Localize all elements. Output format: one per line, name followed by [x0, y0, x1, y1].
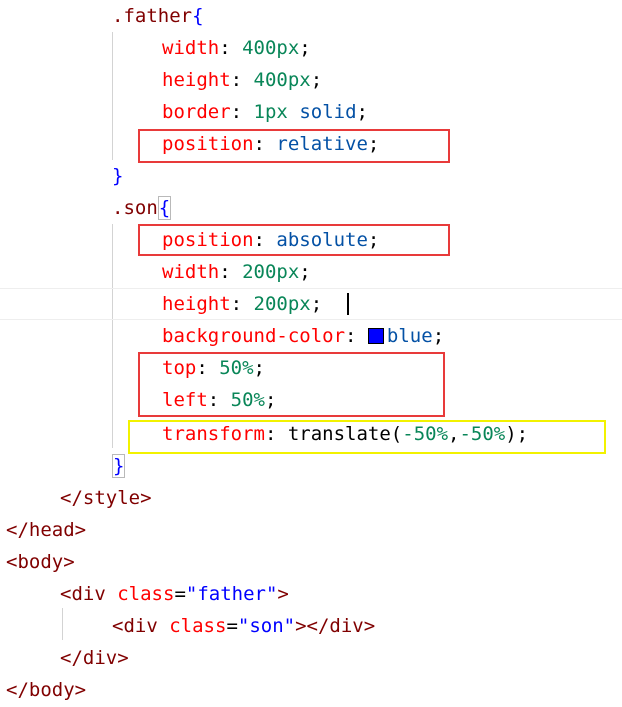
- color-swatch-icon[interactable]: [367, 328, 384, 344]
- close-brace: }: [112, 165, 124, 187]
- code-line: <div class="father">: [60, 583, 289, 605]
- css-value: blue: [386, 325, 433, 347]
- css-property: height: [162, 293, 231, 315]
- css-value: solid: [299, 101, 357, 123]
- css-property: background-color: [162, 325, 346, 347]
- close-brace: }: [112, 454, 126, 478]
- code-line: height: 400px;: [162, 69, 323, 91]
- open-brace: {: [192, 5, 204, 27]
- code-line: .father{: [112, 0, 204, 32]
- css-property: border: [162, 101, 231, 123]
- html-attribute-value: "father": [185, 583, 278, 605]
- css-property: height: [162, 69, 231, 91]
- code-line: width: 200px;: [162, 261, 311, 283]
- css-property: width: [162, 261, 220, 283]
- indent-guide: [112, 32, 113, 160]
- html-tag: /body: [17, 679, 75, 701]
- open-brace: {: [157, 196, 172, 220]
- highlight-box-transform: [128, 420, 606, 454]
- html-attribute: class: [117, 583, 175, 605]
- html-tag: /div: [317, 615, 364, 637]
- code-line: <div class="son"></div>: [112, 615, 376, 637]
- css-selector: .father: [112, 5, 193, 27]
- html-tag: /head: [17, 519, 75, 541]
- html-tag: div: [123, 615, 158, 637]
- code-editor[interactable]: .father{ width: 400px; height: 400px; bo…: [0, 0, 622, 707]
- css-value: 200px: [242, 261, 300, 283]
- code-line: </div>: [60, 647, 129, 669]
- code-line: height: 200px;: [162, 293, 323, 315]
- highlight-box-top-left: [138, 352, 445, 417]
- html-attribute-value: "son": [237, 615, 296, 637]
- css-property: width: [162, 37, 220, 59]
- html-tag: /div: [71, 647, 118, 669]
- code-line: }: [112, 450, 126, 482]
- indent-guide: [62, 608, 63, 640]
- code-line: width: 400px;: [162, 37, 311, 59]
- indent-guide: [112, 224, 113, 448]
- html-tag: /style: [71, 487, 141, 509]
- html-attribute: class: [169, 615, 227, 637]
- css-value: 200px: [253, 293, 311, 315]
- css-selector: .son: [112, 197, 158, 219]
- code-line: </style>: [60, 487, 152, 509]
- css-value: 1px: [253, 101, 288, 123]
- code-line: background-color: blue;: [162, 325, 445, 347]
- code-line: }: [112, 160, 123, 192]
- css-value: 400px: [242, 37, 300, 59]
- highlight-box-father-position: [138, 129, 450, 163]
- code-line: border: 1px solid;: [162, 101, 368, 123]
- code-line: .son{: [112, 192, 172, 224]
- code-line: </head>: [6, 519, 87, 541]
- html-tag: body: [17, 551, 64, 573]
- text-caret: [347, 293, 349, 315]
- highlight-box-son-position: [138, 224, 450, 256]
- html-tag: div: [71, 583, 106, 605]
- code-line: </body>: [6, 679, 87, 701]
- code-line: <body>: [6, 551, 75, 573]
- css-value: 400px: [253, 69, 311, 91]
